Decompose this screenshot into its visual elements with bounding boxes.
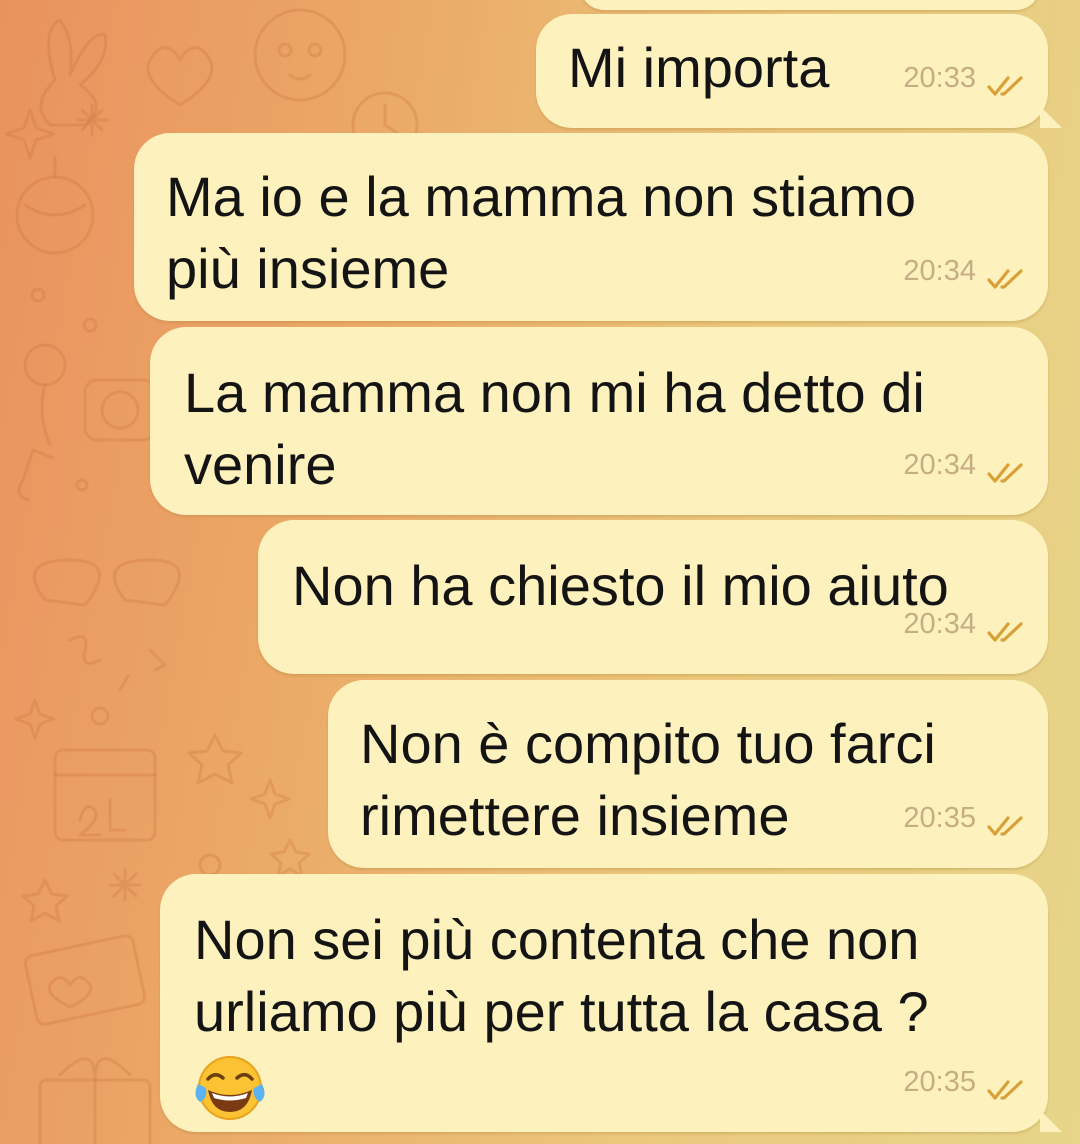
face-with-tears-of-joy-emoji xyxy=(194,1054,266,1139)
calendar-doodle xyxy=(53,748,157,842)
gift-doodle xyxy=(38,1057,152,1144)
double-check-icon xyxy=(986,588,1026,660)
message-time: 20:34 xyxy=(903,255,976,287)
message-bubble[interactable]: Non è compito tuo farci rimettere insiem… xyxy=(328,680,1048,868)
camera-doodle xyxy=(83,378,157,442)
double-check-icon xyxy=(986,782,1026,854)
heart-doodle xyxy=(146,46,214,107)
message-text: Non sei più contenta che non urliamo più… xyxy=(194,908,929,1043)
double-check-icon xyxy=(986,1046,1026,1118)
message-time: 20:34 xyxy=(903,449,976,481)
snowflake-doodle-2 xyxy=(108,868,142,902)
message-bubble[interactable]: Ma io e la mamma non stiamo più insieme … xyxy=(134,133,1048,321)
star-doodle-3 xyxy=(269,838,311,878)
double-check-icon xyxy=(986,429,1026,501)
sparkle-doodle-3 xyxy=(249,778,291,820)
snowflake-doodle xyxy=(76,103,110,137)
double-check-icon xyxy=(986,42,1026,114)
message-time: 20:35 xyxy=(903,1066,976,1098)
music-note-doodle xyxy=(17,448,55,502)
sparkle-doodle-2 xyxy=(14,698,56,740)
message-time: 20:35 xyxy=(903,802,976,834)
message-bubble[interactable]: La mamma non mi ha detto di venire 20:34 xyxy=(150,327,1048,515)
ornament-doodle xyxy=(15,155,95,255)
sparkle-doodle xyxy=(4,108,56,160)
bunny-doodle xyxy=(39,18,108,127)
message-meta: 20:34 xyxy=(903,235,1026,307)
bubble-tail xyxy=(1040,106,1062,128)
message-bubble[interactable]: Non sei più contenta che non urliamo più… xyxy=(160,874,1062,1132)
message-bubble[interactable]: Non ha chiesto il mio aiuto 20:34 xyxy=(258,520,1048,674)
previous-message-bubble xyxy=(580,0,1040,10)
message-meta: 20:35 xyxy=(903,1046,1026,1118)
star-doodle-2 xyxy=(21,878,69,923)
bear-doodle xyxy=(253,8,347,102)
message-meta: 20:34 xyxy=(903,429,1026,501)
message-time: 20:33 xyxy=(903,62,976,94)
double-check-icon xyxy=(986,235,1026,307)
message-meta: 20:35 xyxy=(903,782,1026,854)
message-time: 20:34 xyxy=(903,608,976,640)
star-doodle xyxy=(187,733,243,785)
message-meta: 20:33 xyxy=(903,42,1026,114)
balloon-doodle xyxy=(23,343,67,447)
message-bubble[interactable]: Mi importa 20:33 xyxy=(536,14,1062,128)
envelope-doodle xyxy=(23,934,147,1026)
message-meta: 20:34 xyxy=(903,588,1026,660)
cookie-doodle xyxy=(33,558,181,607)
bubble-tail xyxy=(1040,1110,1062,1132)
confetti-doodle xyxy=(68,635,167,692)
